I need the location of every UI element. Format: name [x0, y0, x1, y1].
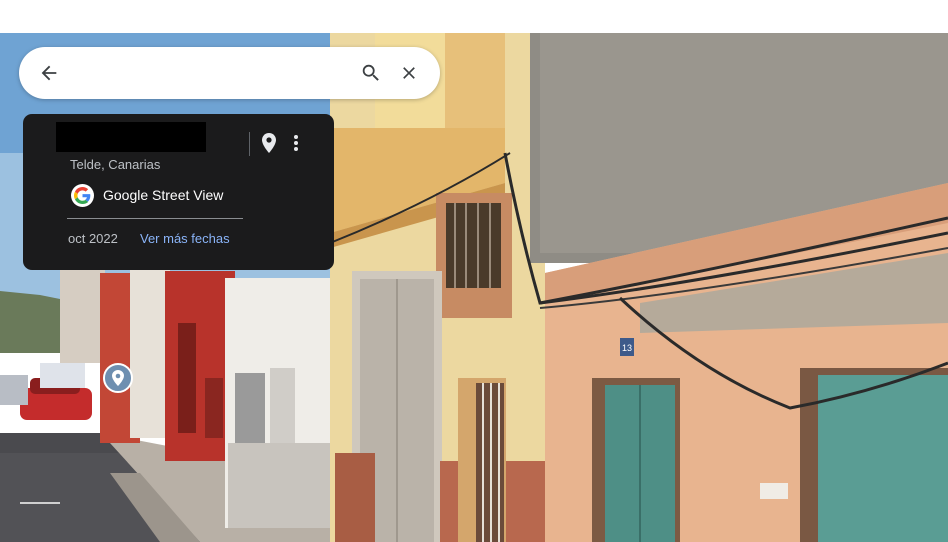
- search-input[interactable]: [77, 59, 341, 89]
- location-label: Telde, Canarias: [70, 157, 161, 172]
- card-divider-vertical: [249, 132, 250, 156]
- location-marker-icon[interactable]: [103, 363, 133, 393]
- close-icon: [403, 67, 415, 79]
- search-bar: [19, 47, 440, 99]
- redacted-title: [56, 122, 206, 152]
- map-pin-button[interactable]: [259, 130, 279, 156]
- street-view-panorama[interactable]: 13: [0, 33, 948, 542]
- back-button[interactable]: [29, 47, 69, 99]
- house-number: 13: [622, 343, 632, 353]
- search-button[interactable]: [351, 47, 391, 99]
- more-dates-link[interactable]: Ver más fechas: [140, 231, 230, 246]
- google-logo-icon: [71, 184, 94, 207]
- search-icon: [362, 64, 379, 81]
- place-info-card: Telde, Canarias Google Street View oct 2…: [23, 114, 334, 270]
- brand-label: Google Street View: [103, 187, 224, 203]
- close-button[interactable]: [389, 47, 429, 99]
- arrow-left-icon: [41, 65, 57, 81]
- more-vert-icon: [294, 135, 298, 151]
- card-divider-horizontal: [67, 218, 243, 219]
- more-options-button[interactable]: [286, 130, 306, 156]
- capture-date: oct 2022: [68, 231, 118, 246]
- map-pin-icon: [262, 133, 276, 153]
